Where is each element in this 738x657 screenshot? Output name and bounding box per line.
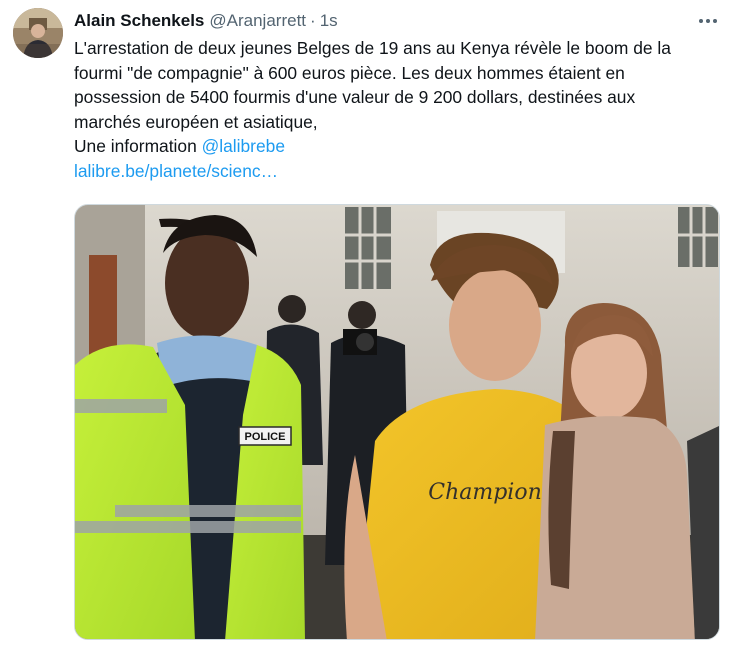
shirt-label: Champion	[428, 480, 542, 505]
tweet-media-photo[interactable]: POLICE Champion	[74, 204, 720, 640]
tweet-text-line: fourmi "de compagnie" à 600 euros pièce.…	[74, 62, 625, 83]
more-horizontal-icon	[699, 19, 717, 23]
tweet-text: L'arrestation de deux jeunes Belges de 1…	[74, 36, 724, 183]
tweet-text-line: marchés européen et asiatique,	[74, 111, 318, 132]
more-options-button[interactable]	[694, 9, 722, 33]
mention-link[interactable]: @lalibrebe	[202, 136, 285, 156]
article-link[interactable]: lalibre.be/planete/scienc…	[74, 161, 278, 181]
tweet-text-line: L'arrestation de deux jeunes Belges de 1…	[74, 38, 671, 58]
tweet-source-line: Une information @lalibrebe	[74, 134, 724, 159]
vest-label: POLICE	[245, 431, 286, 443]
timestamp[interactable]: 1s	[320, 11, 338, 31]
author-name[interactable]: Alain Schenkels	[74, 11, 204, 31]
tweet-header: Alain Schenkels @Aranjarrett · 1s	[74, 10, 338, 32]
tweet-url-line: lalibre.be/planete/scienc…	[74, 159, 724, 184]
tweet-text-line: possession de 5400 fourmis d'une valeur …	[74, 87, 636, 107]
photo-arrest-scene: POLICE Champion	[75, 205, 719, 639]
avatar[interactable]	[13, 8, 63, 58]
source-prefix: Une information	[74, 136, 202, 156]
tweet[interactable]: Alain Schenkels @Aranjarrett · 1s L'arre…	[0, 0, 738, 657]
author-handle[interactable]: @Aranjarrett	[209, 11, 306, 31]
separator-dot: ·	[310, 11, 316, 30]
avatar-image	[13, 8, 63, 58]
